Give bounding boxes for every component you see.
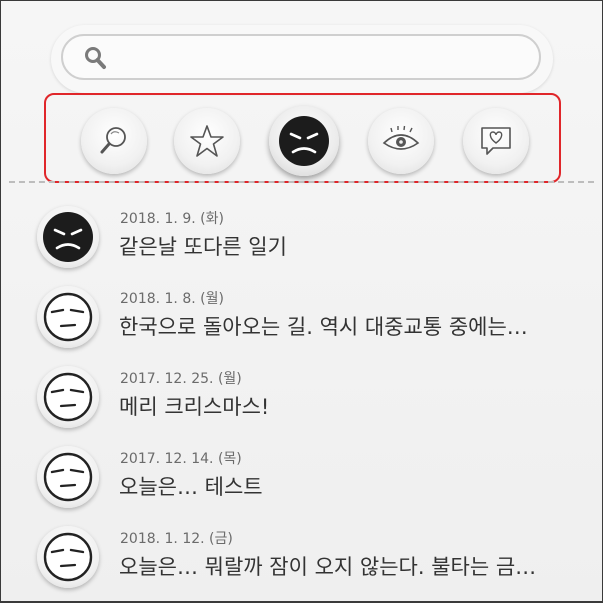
magnifier-icon [100, 127, 126, 154]
list-item[interactable]: 2018. 1. 8. (월) 한국으로 돌아오는 길. 역시 대중교통 중에는… [1, 271, 601, 351]
entry-date: 2018. 1. 8. (월) [120, 291, 224, 307]
sleepy-face-icon [43, 292, 93, 342]
angry-face-icon [43, 212, 93, 262]
search-input[interactable] [121, 42, 525, 76]
star-icon [190, 125, 224, 157]
entry-title: 한국으로 돌아오는 길. 역시 대중교통 중에는… [119, 315, 528, 339]
angry-face-icon [279, 116, 329, 166]
search-icon [85, 47, 106, 69]
sleepy-face-icon [43, 532, 93, 582]
diary-list: 2018. 1. 9. (화) 같은날 또다른 일기 2018. 1. 8. (… [1, 191, 601, 591]
entry-date: 2018. 1. 12. (금) [120, 531, 233, 547]
entry-date: 2017. 12. 25. (월) [120, 371, 242, 387]
sleepy-face-icon [43, 452, 93, 502]
mood-avatar [37, 286, 99, 348]
app-window: 2018. 1. 9. (화) 같은날 또다른 일기 2018. 1. 8. (… [0, 0, 603, 603]
entry-title: 같은날 또다른 일기 [119, 235, 287, 259]
filter-search-button[interactable] [81, 108, 147, 174]
dashed-divider [9, 181, 594, 183]
list-item[interactable]: 2017. 12. 25. (월) 메리 크리스마스! [1, 351, 601, 431]
entry-title: 메리 크리스마스! [119, 395, 270, 419]
heart-speech-icon [481, 127, 511, 155]
entry-title: 오늘은… 뭐랄까 잠이 오지 않는다. 불타는 금… [119, 555, 537, 579]
search-box[interactable] [61, 34, 541, 80]
list-item[interactable]: 2017. 12. 14. (목) 오늘은… 테스트 [1, 431, 601, 511]
filter-angry-button[interactable] [269, 106, 339, 176]
eye-icon [382, 125, 420, 150]
sleepy-face-icon [43, 372, 93, 422]
mood-avatar [37, 366, 99, 428]
list-item[interactable]: 2018. 1. 12. (금) 오늘은… 뭐랄까 잠이 오지 않는다. 불타는… [1, 511, 601, 591]
mood-filter-bar [44, 93, 561, 183]
filter-star-button[interactable] [174, 108, 240, 174]
entry-title: 오늘은… 테스트 [119, 475, 263, 499]
filter-eye-button[interactable] [368, 108, 434, 174]
filter-heart-button[interactable] [463, 108, 529, 174]
entry-date: 2018. 1. 9. (화) [120, 211, 224, 227]
mood-avatar [37, 526, 99, 588]
entry-date: 2017. 12. 14. (목) [120, 451, 242, 467]
list-item[interactable]: 2018. 1. 9. (화) 같은날 또다른 일기 [1, 191, 601, 271]
mood-avatar [37, 206, 99, 268]
search-bar [51, 25, 553, 93]
mood-avatar [37, 446, 99, 508]
